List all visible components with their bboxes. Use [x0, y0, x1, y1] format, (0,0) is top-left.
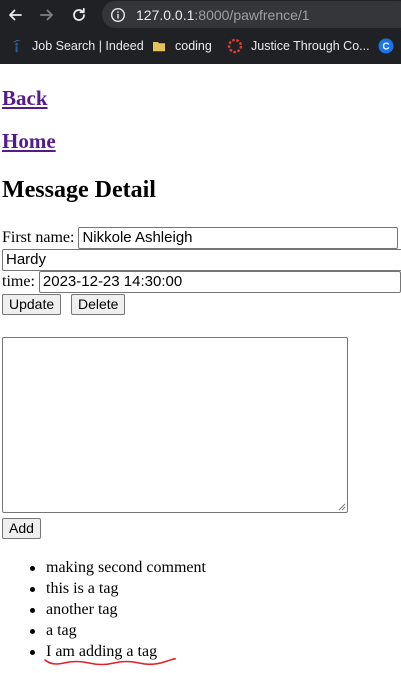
- reload-icon[interactable]: [69, 5, 89, 25]
- tag-text: another tag: [46, 601, 118, 618]
- last-name-row: Hardy: [2, 249, 401, 271]
- list-item: a tag: [0, 620, 206, 641]
- tag-text: a tag: [46, 622, 77, 639]
- bookmark-justice[interactable]: Justice Through Co...: [227, 37, 370, 55]
- url-path: :8000/pawfrence/1: [194, 6, 310, 23]
- list-item: another tag: [0, 599, 206, 620]
- folder-icon: [151, 38, 167, 54]
- bullet-icon: [30, 587, 35, 592]
- bookmarks-bar: Job Search | Indeed coding Justice Throu…: [0, 33, 401, 59]
- time-label: time:: [2, 273, 35, 290]
- list-item: making second comment: [0, 557, 206, 578]
- bullet-icon: [30, 629, 35, 634]
- bookmark-label: Job Search | Indeed: [32, 39, 144, 53]
- last-name-input[interactable]: Hardy: [2, 249, 401, 271]
- back-link[interactable]: Back: [2, 86, 48, 110]
- browser-nav-bar: 127.0.0.1:8000/pawfrence/1: [0, 0, 401, 30]
- home-link[interactable]: Home: [2, 129, 56, 153]
- resize-grip-icon[interactable]: [337, 502, 346, 511]
- url-host: 127.0.0.1: [136, 6, 195, 23]
- bullet-icon: [30, 566, 35, 571]
- time-row: time: 2023-12-23 14:30:00: [2, 271, 401, 293]
- svg-text:C: C: [382, 42, 389, 53]
- bookmark-indeed[interactable]: Job Search | Indeed: [8, 37, 144, 55]
- url-text: 127.0.0.1:8000/pawfrence/1: [136, 7, 310, 23]
- bookmark-label: Justice Through Co...: [251, 39, 370, 53]
- list-item: this is a tag: [0, 578, 206, 599]
- bookmark-coding[interactable]: coding: [151, 37, 212, 55]
- comment-textarea[interactable]: [2, 337, 348, 513]
- first-name-input[interactable]: Nikkole Ashleigh: [78, 227, 399, 249]
- back-arrow-icon[interactable]: [5, 5, 25, 25]
- tag-text: making second comment: [46, 559, 206, 576]
- c-icon: C: [378, 38, 394, 54]
- spellcheck-underline: [44, 658, 176, 666]
- tag-list: making second comment this is a tag anot…: [0, 557, 206, 662]
- time-input[interactable]: 2023-12-23 14:30:00: [38, 271, 401, 293]
- bookmark-c[interactable]: C: [378, 37, 401, 55]
- bullet-icon: [30, 650, 35, 655]
- tag-text: this is a tag: [46, 580, 119, 597]
- page-title: Message Detail: [2, 177, 156, 203]
- justice-icon: [227, 38, 243, 54]
- site-info-icon[interactable]: [110, 7, 126, 23]
- browser-chrome: 127.0.0.1:8000/pawfrence/1 Job Search | …: [0, 0, 401, 64]
- add-button[interactable]: Add: [2, 518, 41, 539]
- update-button[interactable]: Update: [2, 294, 62, 315]
- forward-arrow-icon[interactable]: [37, 5, 57, 25]
- first-name-row: First name: Nikkole Ashleigh: [2, 227, 399, 249]
- bullet-icon: [30, 608, 35, 613]
- bookmark-label: coding: [175, 39, 212, 53]
- delete-button[interactable]: Delete: [71, 294, 126, 315]
- indeed-icon: [8, 38, 24, 54]
- first-name-label: First name:: [2, 229, 75, 246]
- address-bar[interactable]: 127.0.0.1:8000/pawfrence/1: [102, 1, 401, 28]
